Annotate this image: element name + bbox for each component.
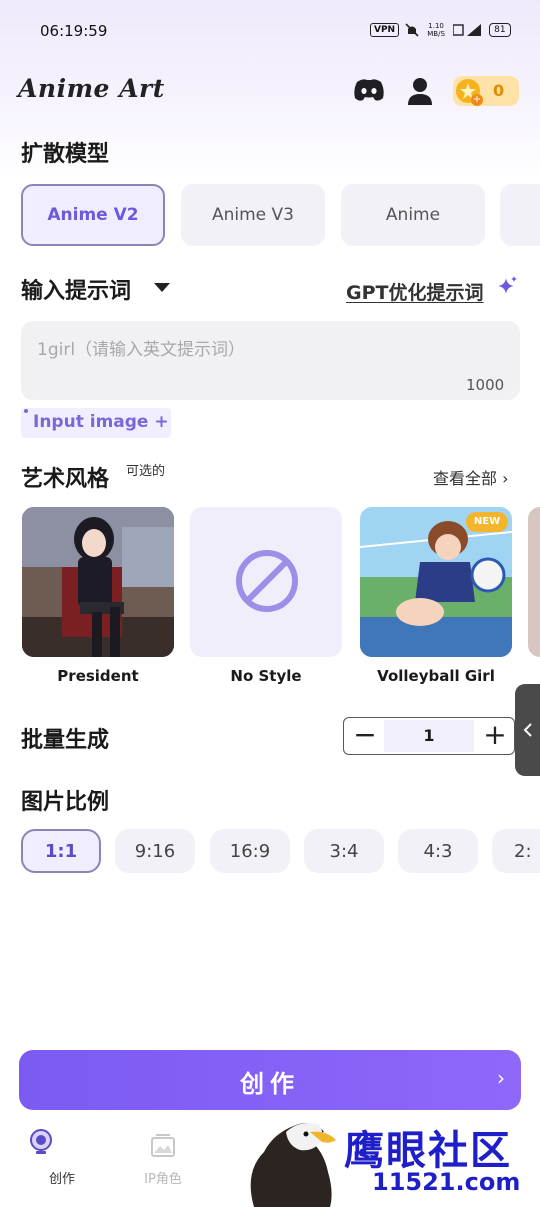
style-card-more[interactable]: [528, 507, 540, 657]
chevron-right-icon: ›: [497, 1066, 505, 1090]
status-time: 06:19:59: [40, 22, 108, 40]
style-label-no-style: No Style: [230, 667, 302, 685]
prompt-char-limit: 1000: [466, 376, 505, 394]
ratio-section-title: 图片比例: [21, 790, 110, 815]
watermark-url: 11521.com: [372, 1168, 521, 1196]
side-panel-handle[interactable]: [515, 684, 540, 776]
model-chip-more[interactable]: [500, 184, 540, 246]
no-style-icon: [236, 550, 298, 612]
president-thumbnail: [22, 507, 174, 657]
style-label-volleyball-girl: Volleyball Girl: [377, 667, 495, 685]
signal-icon: [453, 24, 482, 36]
prompt-placeholder: 1girl（请输入英文提示词）: [37, 340, 246, 360]
batch-stepper: − 1 +: [343, 717, 515, 755]
sparkle-icon: [498, 276, 517, 294]
style-optional-label: 可选的: [126, 464, 166, 479]
decrement-button[interactable]: −: [348, 720, 382, 752]
ratio-9-16[interactable]: 9:16: [115, 829, 195, 873]
coin-count: 0: [493, 81, 505, 100]
view-all-link[interactable]: 查看全部 ›: [433, 465, 509, 489]
vpn-icon: VPN: [370, 23, 400, 37]
nav-label-create: 创作: [48, 1172, 75, 1187]
input-image-label: Input image +: [33, 412, 169, 432]
prompt-dropdown-icon[interactable]: [154, 283, 170, 292]
model-chip-anime[interactable]: Anime: [341, 184, 485, 246]
coin-balance[interactable]: + 0: [453, 76, 519, 106]
ratio-2[interactable]: 2:: [492, 829, 540, 873]
model-chip-anime-v3[interactable]: Anime V3: [181, 184, 325, 246]
chevron-left-icon: [523, 723, 532, 737]
create-button[interactable]: 创作 ›: [19, 1050, 521, 1110]
model-chip-anime-v2[interactable]: Anime V2: [21, 184, 165, 246]
bulb-icon: [30, 1129, 52, 1154]
ratio-4-3[interactable]: 4:3: [398, 829, 478, 873]
nav-item-ip-character[interactable]: [149, 1132, 177, 1164]
batch-count: 1: [423, 726, 435, 745]
network-speed: 1.10 MB/S: [427, 22, 445, 38]
eagle-watermark-logo: [250, 1123, 336, 1207]
new-badge: NEW: [466, 512, 508, 532]
status-icons: VPN 1.10 MB/S 81: [370, 22, 511, 38]
app-title: Anime Art: [18, 74, 165, 103]
prompt-section-title: 输入提示词: [21, 279, 132, 304]
style-label-president: President: [57, 667, 139, 685]
add-coin-icon: +: [471, 94, 483, 106]
input-image-dot: [24, 409, 28, 413]
nav-item-create[interactable]: [27, 1128, 55, 1160]
style-card-no-style[interactable]: [190, 507, 342, 657]
style-card-president[interactable]: [22, 507, 174, 657]
batch-section-title: 批量生成: [21, 728, 110, 753]
ratio-16-9[interactable]: 16:9: [210, 829, 290, 873]
mute-icon: [405, 23, 419, 37]
image-frame-icon: [151, 1134, 175, 1157]
ratio-1-1[interactable]: 1:1: [21, 829, 101, 873]
style-section-title: 艺术风格: [21, 467, 110, 492]
gpt-optimize-link[interactable]: GPT优化提示词: [346, 278, 483, 305]
create-button-label: 创作: [240, 1070, 300, 1098]
nav-label-ip-character: IP角色: [144, 1172, 182, 1187]
prompt-input[interactable]: [21, 321, 520, 400]
discord-icon[interactable]: [353, 78, 385, 102]
model-section-title: 扩散模型: [21, 142, 110, 167]
user-icon[interactable]: [406, 76, 434, 106]
battery-icon: 81: [489, 23, 511, 37]
increment-button[interactable]: +: [478, 720, 512, 752]
ratio-3-4[interactable]: 3:4: [304, 829, 384, 873]
